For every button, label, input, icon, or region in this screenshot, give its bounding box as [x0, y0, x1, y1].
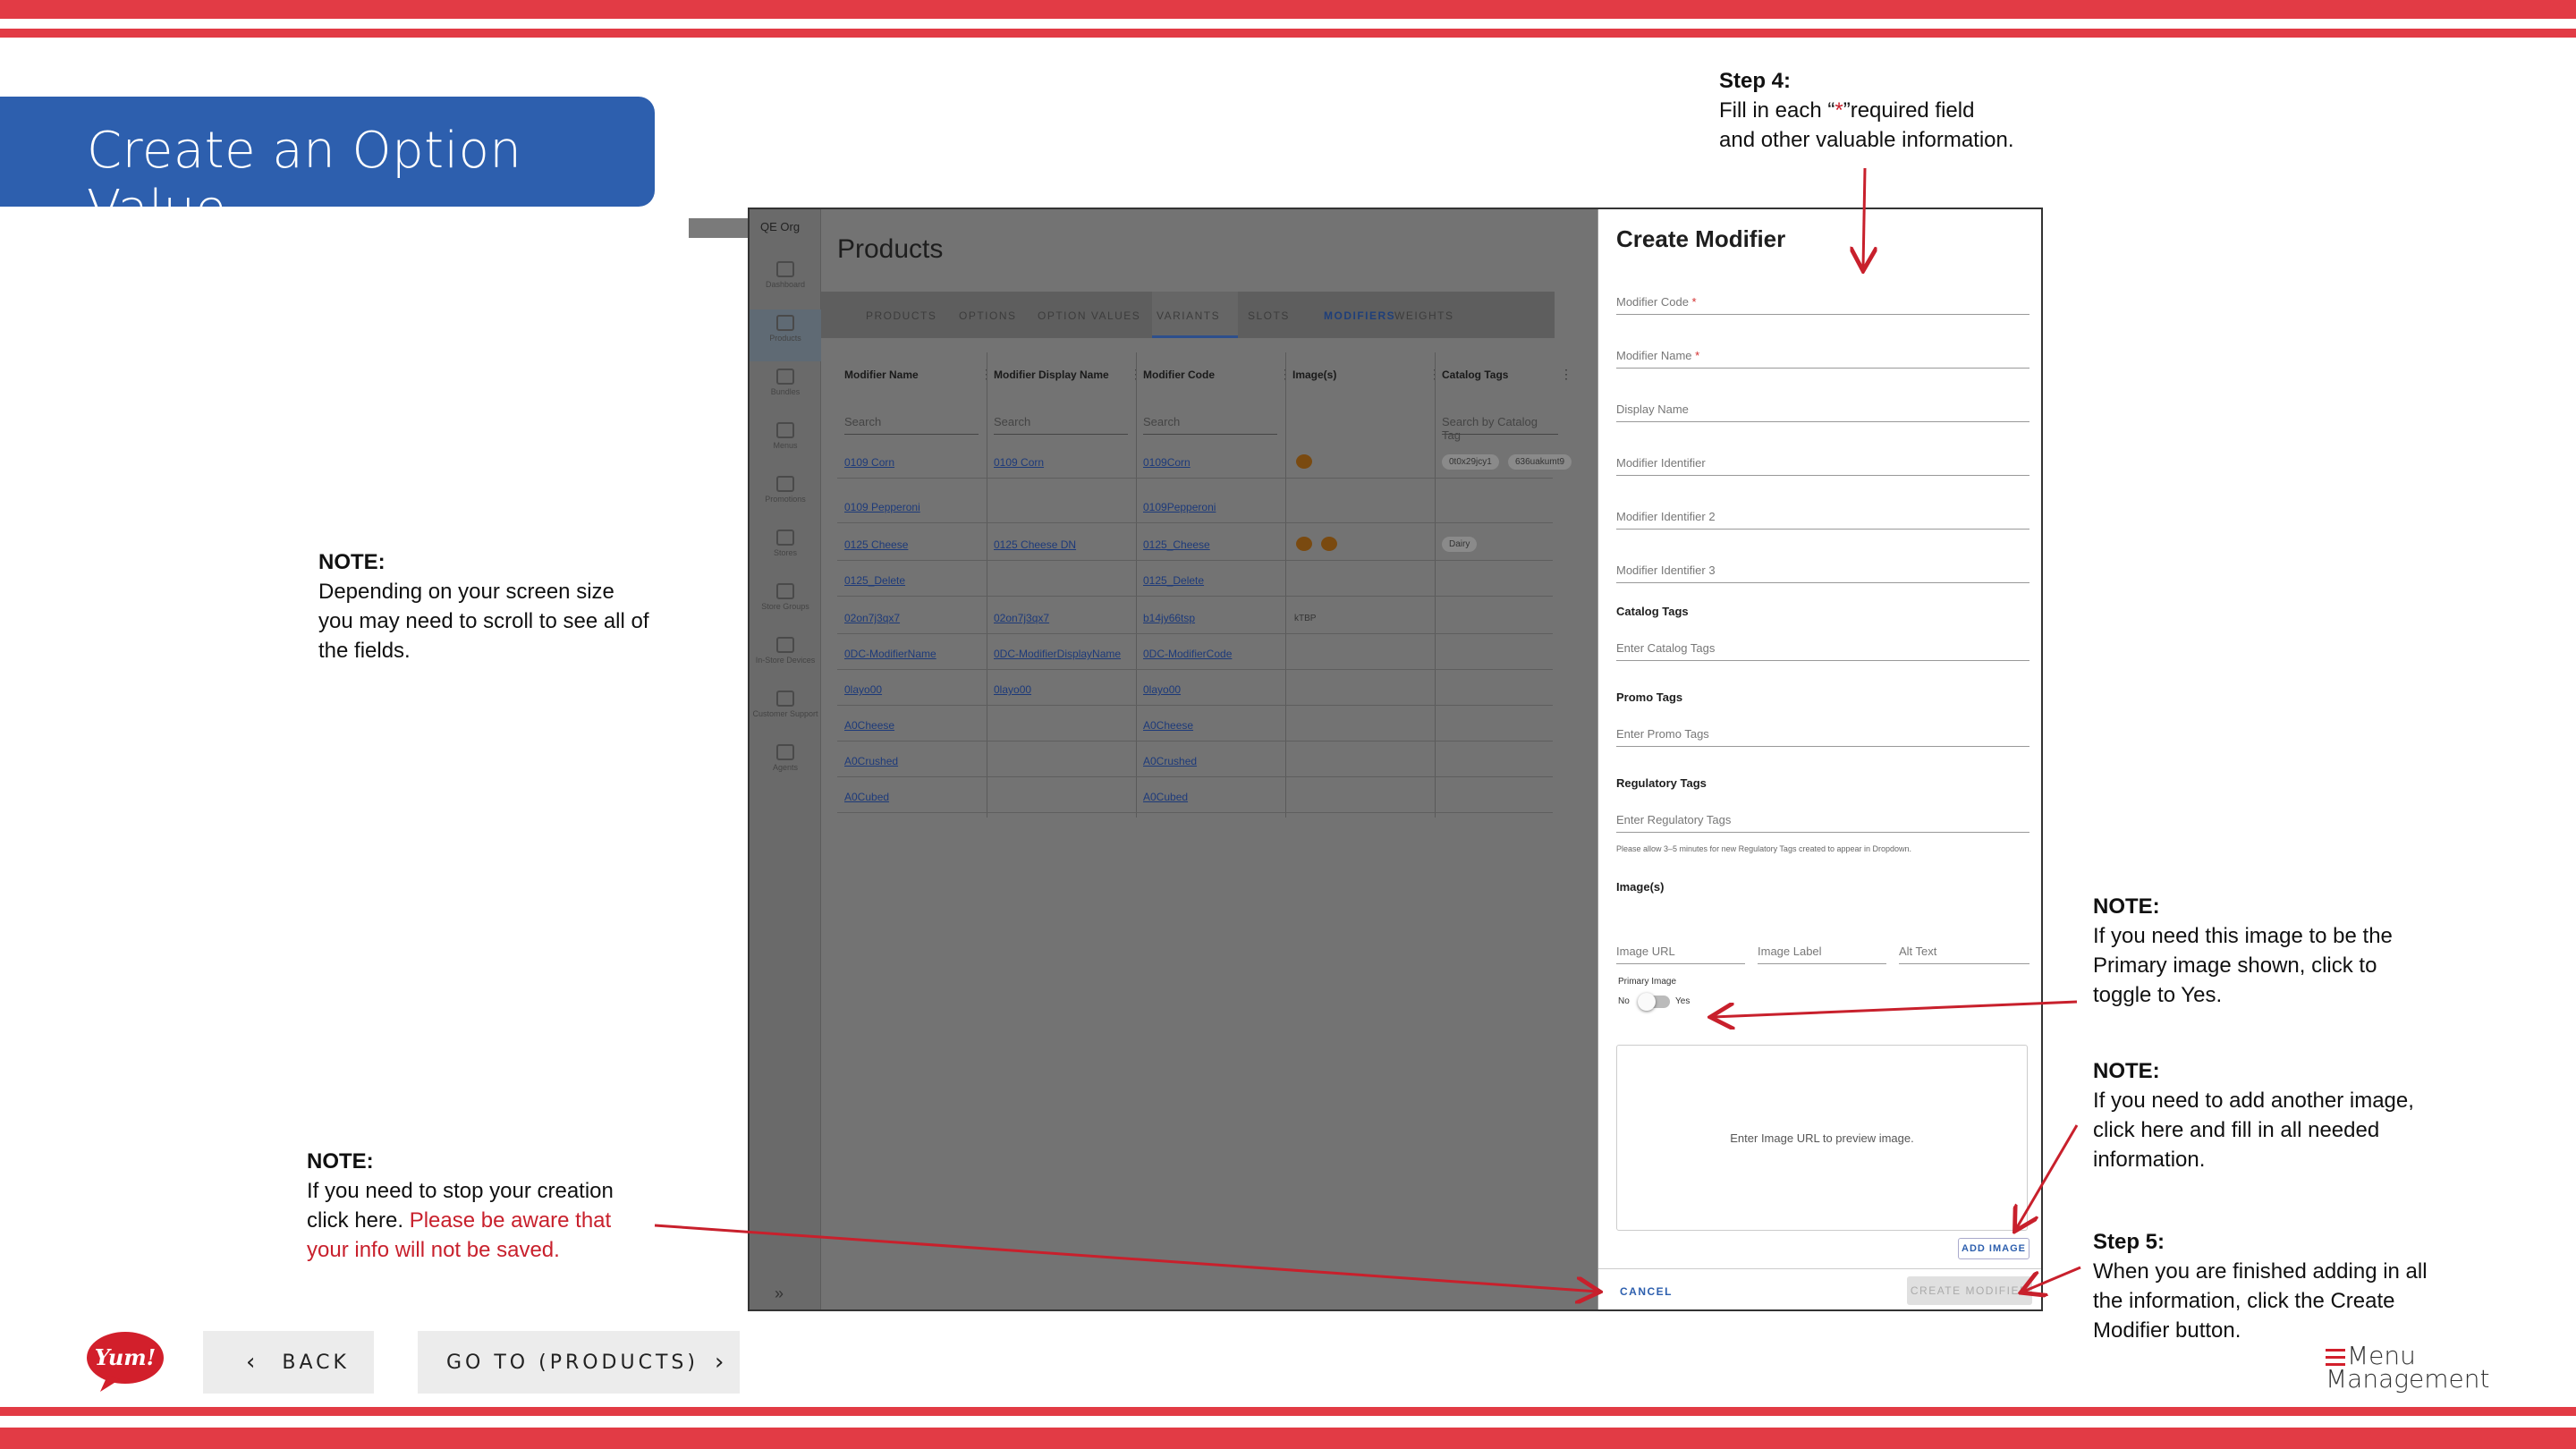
arrow-create-button [2023, 1266, 2081, 1292]
arrow-primary-toggle [1713, 1000, 2078, 1017]
arrow-step4 [1863, 167, 1865, 268]
arrow-add-image [2016, 1124, 2079, 1229]
annotation-arrows [654, 167, 2081, 1449]
arrow-cancel [654, 1224, 1597, 1292]
